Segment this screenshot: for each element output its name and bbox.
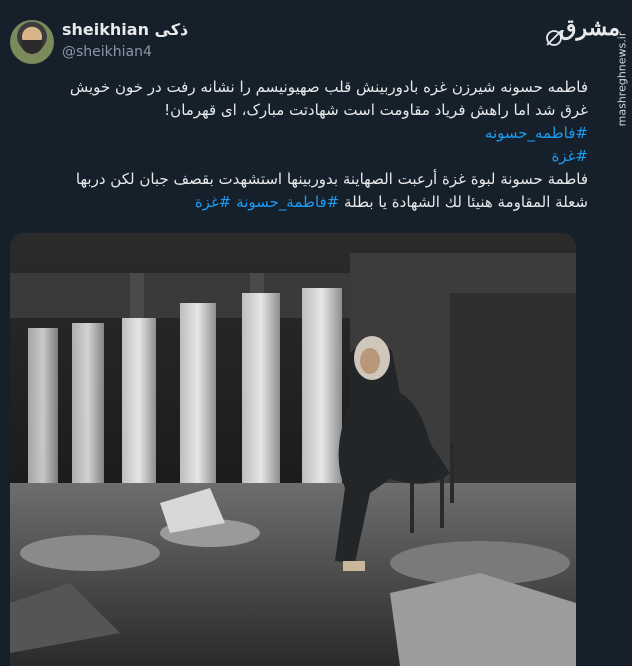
tweet-photo[interactable] [10,233,576,666]
pillar [28,328,58,498]
persian-line-2: غرق شد اما راهش فریاد مقاومت است شهادتت … [164,101,588,119]
pillar [242,293,280,513]
avatar-beard [21,40,43,54]
rubble [20,535,160,571]
hashtag-link[interactable]: #فاطمة_حسونة [236,193,339,211]
watermark: mashreghnews.ir [614,32,630,127]
chair-back [450,443,454,503]
shoe [343,561,365,571]
arabic-line-1: فاطمة حسونة لبوة غزة أرعبت الصهاينة بدور… [75,170,588,188]
hashtag-link[interactable]: #غزة [195,193,232,211]
user-handle[interactable]: @sheikhian4 [62,42,188,62]
author-block: sheikhian ذکی @sheikhian4 [62,20,188,62]
site-logo: مشرق [559,15,620,41]
hashtag-link[interactable]: #غزة [551,147,588,165]
wall-shadow [450,293,576,493]
photo [10,233,576,666]
tweet-text: فاطمه حسونه شیرزن غزه بادوربینش قلب صهیو… [14,76,588,214]
pillar [180,303,216,513]
chair-leg [440,473,444,528]
tweet-header: sheikhian ذکی @sheikhian4 مشرق [10,14,622,64]
persian-line-1: فاطمه حسونه شیرزن غزه بادوربینش قلب صهیو… [69,78,588,96]
hashtag-link[interactable]: #فاطمه_حسونه [485,124,588,142]
pillar [122,318,156,508]
watermark-text: mashreghnews.ir [615,31,629,127]
display-name[interactable]: sheikhian ذکی [62,20,188,40]
arabic-line-2: شعلة المقاومة هنيئا لك الشهادة يا بطلة #… [14,191,588,214]
pillar [72,323,104,503]
arabic-line-2-text: شعلة المقاومة هنيئا لك الشهادة يا بطلة [339,193,588,211]
face [360,348,380,374]
tweet-card: sheikhian ذکی @sheikhian4 مشرق mashreghn… [0,0,632,666]
avatar[interactable] [10,20,54,64]
